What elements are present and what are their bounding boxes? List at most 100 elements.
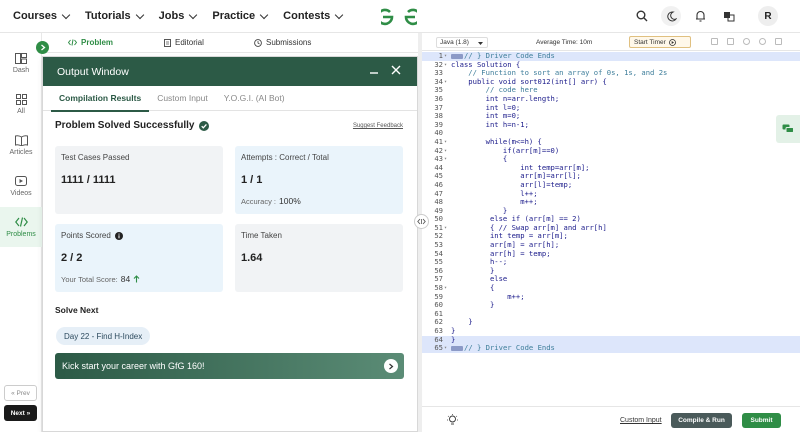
rail-item-problems[interactable]: Problems [0, 207, 42, 247]
rail-item-all[interactable]: All [0, 84, 42, 124]
lightbulb-icon[interactable] [447, 414, 458, 426]
expand-panel-button[interactable] [36, 41, 49, 54]
fold-icon[interactable]: ▾ [444, 155, 447, 164]
code-line[interactable]: 63} [422, 326, 800, 336]
problem-tabs: Problem Editorial Submissions [42, 33, 418, 53]
arrow-up-icon [133, 275, 140, 283]
rail-item-articles[interactable]: Articles [0, 125, 42, 165]
fold-icon[interactable]: ▾ [444, 224, 447, 233]
code-line[interactable]: 65 ▾ // } Driver Code Ends [422, 343, 800, 353]
editor-toolbar: Java (1.8) Average Time: 10m Start Timer [422, 33, 800, 51]
moon-icon[interactable] [661, 6, 681, 26]
play-circle-icon [668, 38, 676, 46]
tab-yogi-ai-bot[interactable]: Y.O.G.I. (AI Bot) [216, 86, 293, 111]
menu-courses[interactable]: Courses [13, 10, 71, 22]
top-navbar: Courses Tutorials Jobs Practice Contests… [0, 0, 800, 33]
gfg-logo[interactable] [381, 7, 417, 27]
output-window-header: Output Window [43, 57, 417, 86]
expand-icon[interactable] [727, 38, 734, 45]
score-value: 84 [120, 274, 131, 284]
fold-icon[interactable]: ▾ [444, 284, 447, 293]
chat-icon[interactable] [776, 115, 800, 143]
code-editor[interactable]: 1 ▾// } Driver Code Ends 32 ▾ class Solution… [422, 51, 800, 389]
info-icon[interactable] [114, 231, 123, 240]
menu-label: Contests [283, 10, 331, 22]
settings-icon[interactable] [743, 38, 750, 45]
card-label: Test Cases Passed [61, 153, 130, 162]
card-value: 2 / 2 [61, 252, 83, 264]
attempts-card: Attempts : Correct / Total 1 / 1 Accurac… [235, 146, 403, 214]
code-text-content: // } Driver Code Ends [464, 343, 555, 353]
chevron-right-icon [40, 44, 46, 51]
rail-label: All [17, 108, 25, 115]
editor-action-icons [711, 38, 782, 45]
code-line[interactable]: 60 } [422, 301, 800, 310]
language-select[interactable]: Java (1.8) [436, 37, 488, 48]
card-label: Attempts : Correct / Total [241, 153, 329, 162]
start-timer-button[interactable]: Start Timer [629, 36, 691, 48]
rail-item-videos[interactable]: Videos [0, 166, 42, 206]
clock-icon [254, 38, 262, 47]
submit-button[interactable]: Submit [742, 413, 781, 428]
code-line[interactable]: 39 int h=n-1; [422, 119, 800, 130]
folded-code-icon[interactable] [451, 53, 463, 59]
folded-code-icon[interactable] [451, 345, 463, 351]
card-value: 1111 / 1111 [61, 174, 116, 186]
suggest-feedback-link[interactable]: Suggest Feedback [353, 123, 403, 129]
points-card: Points Scored 2 / 2 Your Total Score: 84 [55, 224, 223, 292]
status-heading: Problem Solved Successfully [55, 120, 209, 131]
code-line[interactable]: 61 [422, 309, 800, 319]
tab-editorial[interactable]: Editorial [164, 38, 204, 47]
menu-tutorials[interactable]: Tutorials [85, 10, 144, 22]
rail-label: Problems [6, 231, 36, 238]
code-icon [14, 216, 28, 228]
avatar[interactable]: R [758, 6, 778, 26]
compile-run-button[interactable]: Compile & Run [671, 413, 732, 428]
tab-submissions[interactable]: Submissions [254, 38, 311, 47]
copy-icon[interactable] [711, 38, 718, 45]
reset-icon[interactable] [759, 38, 766, 45]
tab-problem[interactable]: Problem [68, 38, 113, 47]
menu-jobs[interactable]: Jobs [158, 10, 198, 22]
accuracy-label: Accuracy : [241, 196, 277, 206]
menu-practice[interactable]: Practice [212, 10, 269, 22]
code-icon [68, 39, 77, 46]
next-button[interactable]: Next » [4, 405, 37, 421]
play-icon [14, 175, 28, 187]
custom-input-link[interactable]: Custom Input [620, 417, 662, 424]
menu-contests[interactable]: Contests [283, 10, 344, 22]
minimize-icon[interactable] [369, 65, 379, 75]
status-text: Problem Solved Successfully [55, 120, 195, 131]
gfg160-banner[interactable]: Kick start your career with GfG 160! [55, 353, 404, 379]
code-text: // } Driver Code Ends [451, 343, 555, 353]
left-rail: Dash All Articles Videos Problems « Prev… [0, 33, 42, 432]
bell-icon[interactable] [690, 6, 710, 26]
fold-icon[interactable]: ▾ [444, 138, 447, 147]
fullscreen-icon[interactable] [775, 38, 782, 45]
code-text: int h=n-1; [451, 119, 529, 129]
prev-button[interactable]: « Prev [4, 385, 37, 401]
menu-label: Jobs [158, 10, 185, 22]
close-icon[interactable] [391, 65, 401, 75]
fold-icon[interactable]: ▾ [444, 78, 447, 87]
tab-label: Editorial [175, 38, 204, 47]
check-circle-icon [198, 120, 209, 131]
tab-compilation-results[interactable]: Compilation Results [51, 86, 150, 112]
output-window-title: Output Window [57, 65, 129, 78]
tab-custom-input[interactable]: Custom Input [149, 86, 216, 111]
code-text-content: // } Driver Code Ends [464, 51, 555, 60]
banner-text: Kick start your career with GfG 160! [62, 361, 205, 371]
fold-icon[interactable]: ▾ [444, 147, 447, 156]
card-value: 1 / 1 [241, 174, 263, 186]
rail-label: Articles [9, 149, 33, 156]
resize-handle-icon[interactable] [414, 214, 429, 229]
code-line[interactable]: 62 } [422, 318, 800, 327]
translate-icon[interactable] [719, 6, 739, 26]
main-menu: Courses Tutorials Jobs Practice Contests [0, 10, 344, 22]
search-icon[interactable] [632, 6, 652, 26]
fold-icon[interactable]: ▾ [444, 52, 447, 61]
rail-label: Dash [12, 67, 30, 74]
fold-icon[interactable]: ▾ [444, 344, 447, 353]
next-problem-chip[interactable]: Day 22 - Find H-Index [56, 327, 151, 345]
fold-icon[interactable]: ▾ [444, 61, 447, 70]
